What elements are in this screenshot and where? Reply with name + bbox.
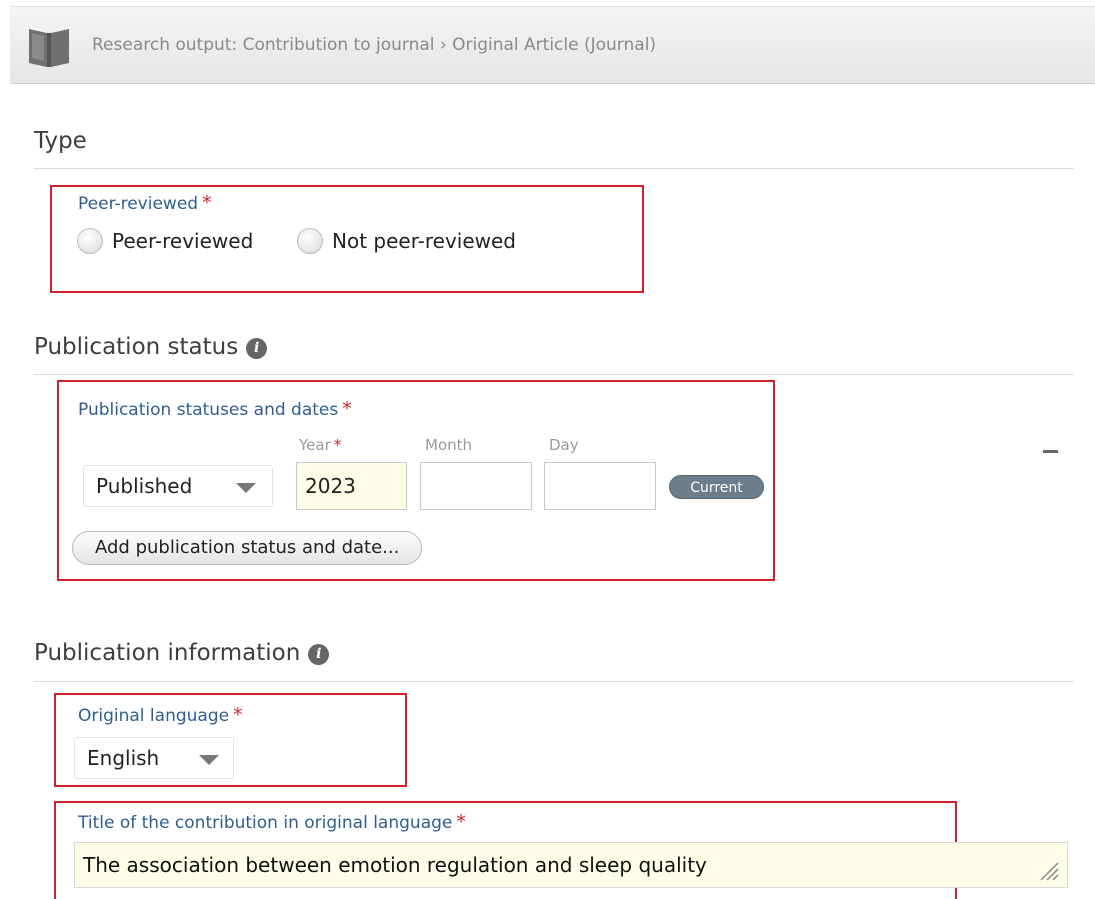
section-title-publication-status: Publication status i — [34, 334, 268, 360]
radio-label-peer-reviewed[interactable]: Peer-reviewed — [112, 229, 253, 253]
required-asterisk: * — [202, 192, 212, 214]
section-divider — [34, 374, 1074, 375]
chevron-down-icon — [199, 755, 219, 765]
title-label: Title of the contribution in original la… — [78, 811, 466, 833]
info-icon[interactable]: i — [308, 644, 330, 665]
month-label: Month — [425, 436, 473, 454]
original-language-label: Original language * — [78, 704, 243, 726]
header-bar: Research output: Contribution to journal… — [10, 6, 1095, 84]
title-textarea[interactable]: The association between emotion regulati… — [74, 842, 1068, 888]
radio-peer-reviewed[interactable] — [77, 228, 103, 254]
language-select[interactable]: English — [74, 737, 234, 779]
month-input[interactable] — [420, 462, 532, 510]
required-asterisk: * — [456, 811, 466, 833]
day-label: Day — [549, 436, 579, 454]
radio-label-not-peer-reviewed[interactable]: Not peer-reviewed — [332, 229, 516, 253]
book-icon — [29, 29, 69, 67]
section-divider — [34, 168, 1074, 169]
section-title-type: Type — [34, 128, 87, 154]
peer-reviewed-label: Peer-reviewed * — [78, 192, 212, 214]
year-input[interactable]: 2023 — [296, 462, 407, 510]
required-asterisk: * — [333, 436, 342, 454]
current-badge[interactable]: Current — [669, 475, 764, 499]
section-title-publication-information: Publication information i — [34, 640, 330, 666]
status-select[interactable]: Published — [83, 465, 273, 507]
info-icon[interactable]: i — [246, 338, 268, 359]
resize-grip-icon[interactable] — [1037, 859, 1059, 881]
section-divider — [34, 681, 1074, 682]
day-input[interactable] — [544, 462, 656, 510]
required-asterisk: * — [233, 704, 243, 726]
year-label: Year * — [299, 436, 342, 454]
add-publication-status-button[interactable]: Add publication status and date... — [72, 531, 423, 565]
required-asterisk: * — [342, 398, 352, 420]
chevron-down-icon — [236, 483, 256, 493]
breadcrumb: Research output: Contribution to journal… — [92, 35, 657, 55]
remove-icon[interactable] — [1043, 450, 1058, 453]
radio-not-peer-reviewed[interactable] — [297, 228, 323, 254]
publication-statuses-label: Publication statuses and dates * — [78, 398, 352, 420]
